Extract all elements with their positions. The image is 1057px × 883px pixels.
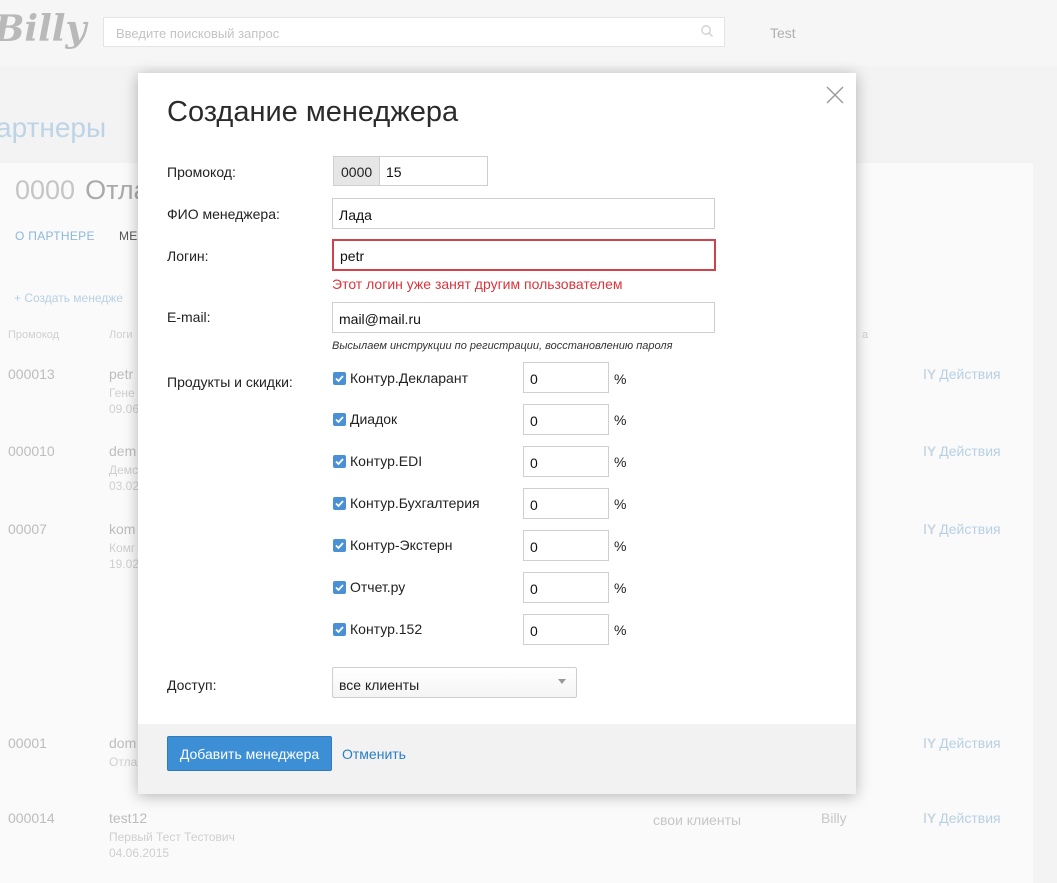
check-icon	[335, 542, 344, 550]
row-actions-button[interactable]: ǀY Действия	[923, 735, 1001, 751]
email-input[interactable]	[332, 302, 715, 333]
table-row-code: 00001	[8, 735, 47, 751]
column-header-promo: Промокод	[8, 329, 60, 341]
product-name: Диадок	[350, 411, 398, 427]
table-row-access: свои клиенты	[653, 812, 742, 828]
product-checkbox[interactable]	[333, 623, 346, 636]
chevron-down-icon	[558, 679, 566, 684]
access-select[interactable]: все клиенты	[332, 667, 577, 698]
product-name: Контур.152	[350, 621, 423, 637]
login-error-message: Этот логин уже занят другим пользователе…	[332, 276, 623, 292]
product-name: Контур-Экстерн	[350, 537, 453, 553]
top-bar: Billy Введите поисковый запрос Test	[0, 0, 1057, 66]
access-select-value: все клиенты	[339, 677, 420, 693]
discount-input[interactable]	[523, 488, 609, 519]
add-manager-button[interactable]: Добавить менеджера	[167, 736, 332, 771]
table-row-login: petr	[109, 366, 134, 382]
row-actions-button[interactable]: ǀY Действия	[923, 521, 1001, 537]
check-icon	[335, 626, 344, 634]
tab-about-partner[interactable]: О ПАРТНЕРЕ	[15, 229, 95, 243]
tools-icon: ǀY	[923, 443, 937, 459]
app-logo[interactable]: Billy	[0, 8, 86, 50]
percent-sign: %	[614, 454, 627, 470]
percent-sign: %	[614, 622, 627, 638]
product-checkbox[interactable]	[333, 372, 346, 385]
tools-icon: ǀY	[923, 521, 937, 537]
products-label: Продукты и скидки:	[167, 374, 293, 390]
create-manager-link[interactable]: + Создать менедже	[14, 291, 123, 305]
percent-sign: %	[614, 371, 627, 387]
search-placeholder: Введите поисковый запрос	[116, 26, 280, 41]
close-icon[interactable]	[824, 84, 846, 106]
table-row-owner: Billy	[821, 810, 847, 826]
discount-input[interactable]	[523, 614, 609, 645]
percent-sign: %	[614, 496, 627, 512]
promo-prefix: 0000	[333, 156, 380, 186]
check-icon	[335, 416, 344, 424]
percent-sign: %	[614, 412, 627, 428]
table-row-sub: Гене 09.06	[109, 386, 140, 416]
tools-icon: ǀY	[923, 810, 937, 826]
column-header-partial: а	[862, 329, 869, 341]
email-hint: Высылаем инструкции по регистрации, восс…	[332, 340, 673, 352]
product-name: Контур.EDI	[350, 453, 423, 469]
table-row-login: kom	[109, 521, 136, 537]
discount-input[interactable]	[523, 446, 609, 477]
promo-label: Промокод:	[167, 164, 236, 180]
column-header-login: Логи	[109, 329, 133, 341]
email-label: E-mail:	[167, 309, 211, 325]
search-icon[interactable]	[700, 24, 714, 38]
table-row-login: dem	[109, 443, 137, 459]
product-name: Контур.Бухгалтерия	[350, 495, 480, 511]
partner-code: 0000	[15, 175, 76, 205]
check-icon	[335, 375, 344, 383]
tab-managers[interactable]: МЕ	[119, 229, 138, 243]
dialog-title: Создание менеджера	[167, 96, 459, 128]
check-icon	[335, 584, 344, 592]
discount-input[interactable]	[523, 572, 609, 603]
check-icon	[335, 458, 344, 466]
table-row-login: dom	[109, 735, 137, 751]
discount-input[interactable]	[523, 404, 609, 435]
fio-label: ФИО менеджера:	[167, 206, 280, 222]
search-input[interactable]: Введите поисковый запрос	[103, 17, 725, 47]
tools-icon: ǀY	[923, 735, 937, 751]
cancel-button[interactable]: Отменить	[342, 746, 406, 762]
table-row-sub: Комг 19.02	[109, 541, 140, 571]
table-row-code: 00007	[8, 521, 47, 537]
partner-title: 0000 Отла	[15, 175, 149, 206]
table-row-code: 000014	[8, 810, 55, 826]
check-icon	[335, 500, 344, 508]
page-title: артнеры	[0, 112, 107, 143]
table-row-code: 000010	[8, 443, 55, 459]
product-checkbox[interactable]	[333, 455, 346, 468]
table-row-sub: Демс 03.02	[109, 463, 140, 493]
table-row-sub: Первый Тест Тестович 04.06.2015	[109, 830, 235, 860]
table-row-code: 000013	[8, 366, 55, 382]
table-row-sub: Отла	[109, 755, 138, 769]
table-row-login: test12	[109, 810, 148, 826]
row-actions-button[interactable]: ǀY Действия	[923, 810, 1001, 826]
product-checkbox[interactable]	[333, 497, 346, 510]
product-name: Отчет.ру	[350, 579, 406, 595]
product-checkbox[interactable]	[333, 413, 346, 426]
product-checkbox[interactable]	[333, 581, 346, 594]
row-actions-button[interactable]: ǀY Действия	[923, 366, 1001, 382]
percent-sign: %	[614, 580, 627, 596]
user-name[interactable]: Test	[770, 25, 796, 41]
login-input[interactable]	[332, 239, 716, 271]
fio-input[interactable]	[332, 198, 715, 229]
discount-input[interactable]	[523, 362, 609, 393]
row-actions-button[interactable]: ǀY Действия	[923, 443, 1001, 459]
access-label: Доступ:	[167, 677, 217, 693]
percent-sign: %	[614, 538, 627, 554]
discount-input[interactable]	[523, 530, 609, 561]
product-checkbox[interactable]	[333, 539, 346, 552]
login-label: Логин:	[167, 248, 209, 264]
product-name: Контур.Декларант	[350, 370, 468, 386]
promo-code-input[interactable]	[379, 156, 488, 186]
tools-icon: ǀY	[923, 366, 937, 382]
